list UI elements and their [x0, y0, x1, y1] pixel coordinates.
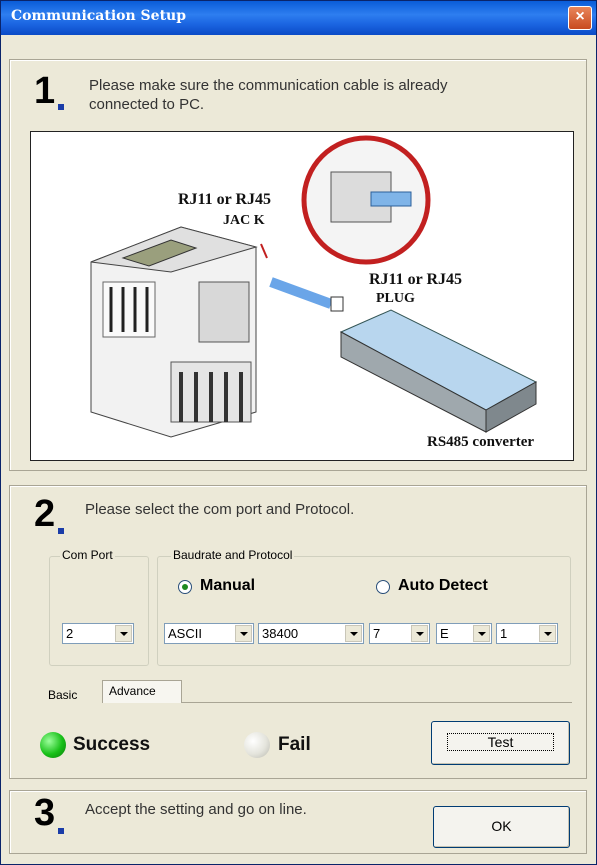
ok-button-label: OK: [491, 818, 512, 834]
connection-illustration: RJ11 or RJ45 JAC K RJ11 or RJ45 PLUG RS4…: [30, 131, 574, 461]
auto-detect-label[interactable]: Auto Detect: [398, 577, 488, 595]
step1-number: 1: [34, 70, 56, 112]
step1-instruction: Please make sure the communication cable…: [89, 76, 448, 114]
rs485-converter-image: [330, 296, 538, 433]
tab-advance-label: Advance: [109, 684, 156, 698]
protocol-select[interactable]: ASCII: [164, 623, 254, 644]
chevron-down-icon[interactable]: [411, 625, 428, 642]
tab-basic[interactable]: Basic: [48, 688, 77, 702]
tab-advance[interactable]: Advance: [102, 680, 182, 703]
success-led-icon: [40, 732, 66, 758]
step3-dot: [58, 828, 64, 834]
chevron-down-icon[interactable]: [473, 625, 490, 642]
baudrate-value: 38400: [262, 626, 299, 641]
stop-bits-select[interactable]: 1: [496, 623, 558, 644]
insertion-arrow: [269, 277, 333, 309]
chevron-down-icon[interactable]: [345, 625, 362, 642]
step2-instruction: Please select the com port and Protocol.: [85, 501, 355, 518]
baudrate-select[interactable]: 38400: [258, 623, 364, 644]
ok-button[interactable]: OK: [433, 806, 570, 848]
com-port-group: Com Port 2: [49, 548, 149, 666]
close-button[interactable]: ×: [568, 6, 592, 30]
auto-detect-radio[interactable]: [376, 580, 390, 594]
jack-pointer: [260, 243, 268, 259]
parity-select[interactable]: E: [436, 623, 492, 644]
zoom-detail-image: [301, 135, 431, 265]
data-bits-select[interactable]: 7: [369, 623, 430, 644]
com-port-value: 2: [66, 626, 74, 641]
step2-number: 2: [34, 493, 56, 535]
converter-label: RS485 converter: [427, 434, 534, 450]
fail-label: Fail: [278, 734, 311, 755]
protocol-value: ASCII: [168, 626, 202, 641]
test-button-label: Test: [446, 733, 555, 751]
chevron-down-icon[interactable]: [539, 625, 556, 642]
connection-diagram-image: RJ11 or RJ45 JAC K RJ11 or RJ45 PLUG RS4…: [90, 135, 538, 450]
fail-led-icon: [244, 732, 270, 758]
manual-radio[interactable]: [178, 580, 192, 594]
success-label: Success: [73, 734, 151, 755]
drive-unit-image: [90, 226, 258, 438]
step1-text-line2: connected to PC.: [89, 96, 205, 113]
test-button[interactable]: Test: [431, 721, 570, 765]
step1-dot: [58, 104, 64, 110]
baudrate-caption: Baudrate and Protocol: [171, 548, 295, 562]
manual-label[interactable]: Manual: [200, 577, 255, 595]
step1-text-line1: Please make sure the communication cable…: [89, 77, 448, 94]
plug-label-line2: PLUG: [376, 291, 415, 306]
baudrate-protocol-group: Baudrate and Protocol Manual Auto Detect…: [157, 548, 571, 666]
step2-dot: [58, 528, 64, 534]
communication-setup-window: Communication Setup × 1 Please make sure…: [0, 0, 597, 865]
step3-instruction: Accept the setting and go on line.: [85, 801, 307, 818]
data-bits-value: 7: [373, 626, 381, 641]
step3-number: 3: [34, 792, 56, 834]
com-port-select[interactable]: 2: [62, 623, 134, 644]
close-icon: ×: [575, 8, 585, 25]
window-title: Communication Setup: [11, 8, 187, 24]
plug-label-line1: RJ11 or RJ45: [369, 271, 462, 288]
stop-bits-value: 1: [500, 626, 508, 641]
parity-value: E: [440, 626, 449, 641]
title-bar[interactable]: Communication Setup ×: [1, 1, 596, 35]
com-port-caption: Com Port: [60, 548, 115, 562]
chevron-down-icon[interactable]: [115, 625, 132, 642]
jack-label-line2: JAC K: [223, 213, 265, 228]
chevron-down-icon[interactable]: [235, 625, 252, 642]
jack-label-line1: RJ11 or RJ45: [178, 191, 271, 208]
